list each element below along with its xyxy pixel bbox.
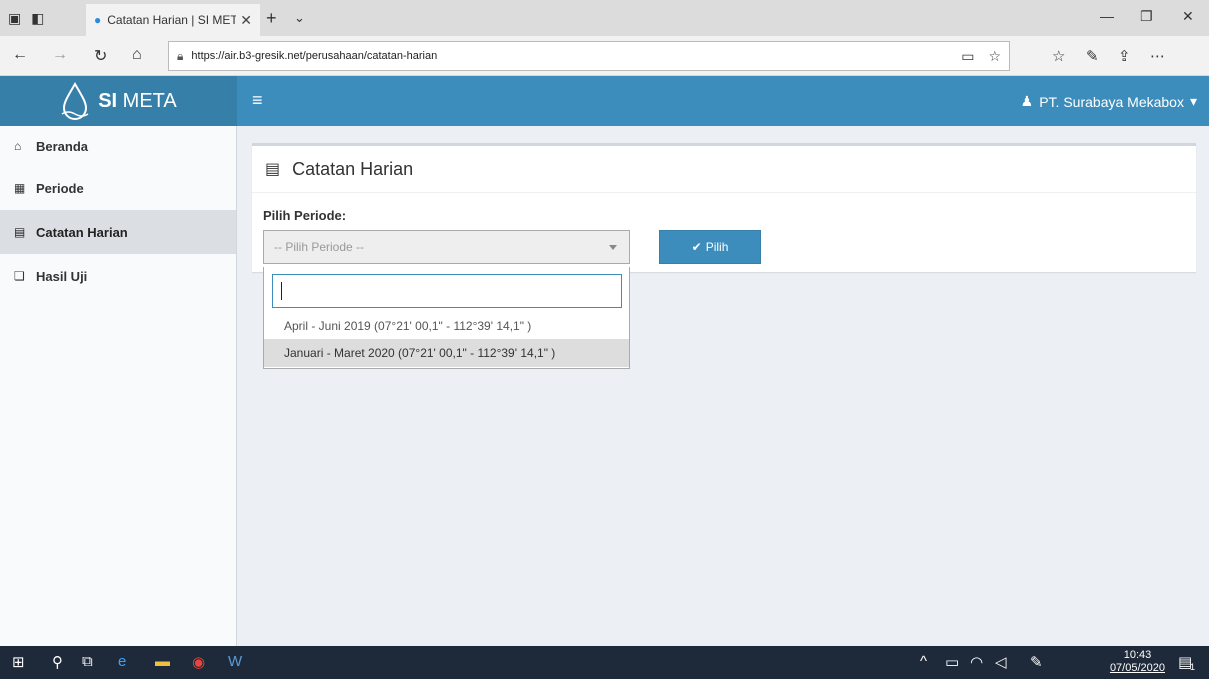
check-icon: ✔ — [691, 240, 702, 254]
app-header: SI META ≡ ♟ PT. Surabaya Mekabox ▾ — [0, 76, 1209, 126]
file-icon: ▤ — [265, 161, 281, 178]
back-icon[interactable]: ← — [12, 46, 28, 64]
file-icon: ▤ — [14, 225, 26, 239]
clock[interactable]: 10:43 07/05/2020 — [1110, 649, 1165, 675]
menu-toggle-icon[interactable]: ≡ — [252, 90, 263, 111]
pilih-button[interactable]: ✔ Pilih — [659, 230, 761, 264]
search-icon[interactable]: ⚲ — [52, 653, 63, 671]
caret-down-icon: ▾ — [1189, 93, 1197, 109]
chrome-icon[interactable]: ◉ — [192, 653, 205, 671]
tabs-aside-icon[interactable]: ▣ — [8, 10, 21, 27]
url-text: https://air.b3-gresik.net/perusahaan/cat… — [191, 50, 438, 62]
sidebar-item-beranda[interactable]: ⌂ Beranda — [0, 126, 236, 166]
periode-label: Pilih Periode: — [263, 208, 347, 223]
app-name: SI META — [98, 89, 177, 112]
home-icon[interactable]: ⌂ — [132, 46, 142, 64]
browser-tab[interactable]: ● Catatan Harian | SI MET. ✕ — [86, 4, 260, 36]
task-view-icon[interactable]: ⧉ — [82, 653, 93, 670]
edge-browser-icon[interactable]: e — [118, 653, 126, 670]
catatan-harian-box: ▤ Catatan Harian Pilih Periode: -- Pilih… — [252, 143, 1196, 272]
box-header: ▤ Catatan Harian — [252, 146, 1196, 193]
more-icon[interactable]: ⋯ — [1150, 47, 1165, 65]
sidebar-item-periode[interactable]: ▦ Periode — [0, 166, 236, 210]
volume-icon[interactable]: ◁ — [995, 653, 1007, 671]
tab-title: Catatan Harian | SI MET. — [107, 13, 237, 27]
text-cursor — [281, 282, 282, 300]
battery-icon[interactable]: ▭ — [945, 653, 959, 671]
periode-select[interactable]: -- Pilih Periode -- — [263, 230, 630, 264]
dropdown-option-highlighted[interactable]: Januari - Maret 2020 (07°21' 00,1" - 112… — [264, 339, 629, 367]
page-title: Catatan Harian — [292, 158, 414, 179]
favorite-star-icon[interactable]: ☆ — [988, 48, 1001, 65]
tab-actions: ▣ ◧ — [8, 10, 44, 27]
lock-icon: 🔒︎ — [177, 48, 184, 63]
clock-time: 10:43 — [1123, 649, 1152, 661]
calendar-icon: ▦ — [14, 181, 26, 195]
restore-icon[interactable]: ❐ — [1140, 8, 1153, 25]
water-drop-logo-icon — [61, 82, 89, 120]
windows-taskbar: ⊞ ⚲ ⧉ e ▬ ◉ W ^ ▭ ◠ ◁ ✎ 10:43 07/05/2020… — [0, 646, 1209, 679]
user-icon: ♟ — [1020, 93, 1034, 109]
url-field[interactable]: 🔒︎ https://air.b3-gresik.net/perusahaan/… — [168, 41, 1010, 71]
chevron-down-icon[interactable]: ⌄ — [294, 10, 305, 26]
sidebar-item-hasil-uji[interactable]: ❏ Hasil Uji — [0, 254, 236, 298]
dropdown-option[interactable]: April - Juni 2019 (07°21' 00,1" - 112°39… — [264, 312, 629, 340]
pen-icon[interactable]: ✎ — [1086, 47, 1099, 65]
browser-tabstrip: ▣ ◧ ● Catatan Harian | SI MET. ✕ + ⌄ — ❐… — [0, 0, 1209, 36]
select-placeholder: -- Pilih Periode -- — [274, 240, 365, 254]
show-tabs-icon[interactable]: ◧ — [31, 10, 44, 27]
pen-workspace-icon[interactable]: ✎ — [1030, 653, 1043, 671]
user-name: PT. Surabaya Mekabox — [1039, 93, 1184, 110]
close-tab-icon[interactable]: ✕ — [240, 12, 252, 29]
dropdown-search-input[interactable] — [272, 274, 622, 308]
caret-down-icon — [609, 245, 617, 250]
water-drop-icon: ● — [94, 13, 102, 27]
clock-date: 07/05/2020 — [1109, 662, 1165, 674]
user-menu[interactable]: ♟ PT. Surabaya Mekabox ▾ — [1021, 93, 1197, 110]
reading-view-icon[interactable]: ▭ — [961, 48, 974, 65]
refresh-icon[interactable]: ↻ — [94, 46, 107, 66]
copy-icon: ❏ — [14, 269, 25, 283]
logo[interactable]: SI META — [0, 76, 237, 126]
close-window-icon[interactable]: ✕ — [1182, 8, 1194, 25]
new-tab-icon[interactable]: + — [266, 8, 277, 29]
tray-chevron-up-icon[interactable]: ^ — [920, 653, 927, 670]
share-icon[interactable]: ⇪ — [1118, 47, 1131, 65]
notification-count: 1 — [1190, 662, 1196, 672]
address-bar-row: ← → ↻ ⌂ 🔒︎ https://air.b3-gresik.net/per… — [0, 36, 1209, 76]
favorites-icon[interactable]: ☆ — [1052, 47, 1065, 65]
home-icon: ⌂ — [14, 139, 22, 153]
forward-icon[interactable]: → — [52, 46, 68, 64]
file-explorer-icon[interactable]: ▬ — [155, 653, 170, 670]
sidebar: ⌂ Beranda ▦ Periode ▤ Catatan Harian ❏ H… — [0, 126, 237, 646]
minimize-icon[interactable]: — — [1100, 8, 1114, 24]
wifi-icon[interactable]: ◠ — [970, 653, 983, 671]
windows-start-icon[interactable]: ⊞ — [12, 653, 25, 671]
word-icon[interactable]: W — [228, 653, 242, 670]
periode-dropdown: April - Juni 2019 (07°21' 00,1" - 112°39… — [263, 267, 630, 369]
sidebar-item-catatan-harian[interactable]: ▤ Catatan Harian — [0, 210, 236, 254]
